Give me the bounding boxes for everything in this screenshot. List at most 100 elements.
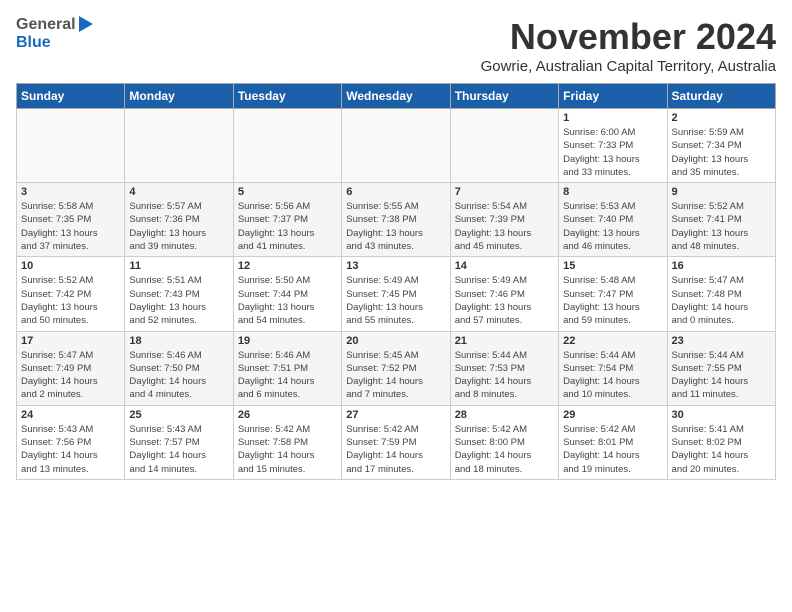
day-info: Sunrise: 5:47 AM Sunset: 7:49 PM Dayligh… (21, 349, 120, 402)
calendar-cell: 4 Sunrise: 5:57 AM Sunset: 7:36 PM Daylig… (125, 183, 233, 257)
calendar-week-2: 3Sunrise: 5:58 AM Sunset: 7:35 PM Daylig… (17, 183, 776, 257)
day-info: Sunrise: 5:42 AM Sunset: 7:59 PM Dayligh… (346, 423, 445, 476)
day-number: 2 (672, 112, 771, 124)
day-number: 28 (455, 409, 554, 421)
day-info: Sunrise: 5:45 AM Sunset: 7:52 PM Dayligh… (346, 349, 445, 402)
page-header: General Blue November 2024 Gowrie, Austr… (16, 16, 776, 75)
day-number: 11 (129, 260, 228, 272)
day-number: 27 (346, 409, 445, 421)
day-info: Sunrise: 5:57 AM Sunset: 7:36 PM Dayligh… (129, 200, 228, 253)
day-info: Sunrise: 5:44 AM Sunset: 7:53 PM Dayligh… (455, 349, 554, 402)
weekday-header-monday: Monday (125, 84, 233, 109)
weekday-header-saturday: Saturday (667, 84, 775, 109)
calendar-cell: 25 Sunrise: 5:43 AM Sunset: 7:57 PM Dayli… (125, 405, 233, 479)
day-number: 26 (238, 409, 337, 421)
calendar-cell: 15Sunrise: 5:48 AM Sunset: 7:47 PM Dayli… (559, 257, 667, 331)
day-info: Sunrise: 5:47 AM Sunset: 7:48 PM Dayligh… (672, 274, 771, 327)
calendar-cell: 16 Sunrise: 5:47 AM Sunset: 7:48 PM Dayli… (667, 257, 775, 331)
day-number: 6 (346, 186, 445, 198)
day-info: Sunrise: 5:46 AM Sunset: 7:51 PM Dayligh… (238, 349, 337, 402)
calendar-cell: 22 Sunrise: 5:44 AM Sunset: 7:54 PM Dayli… (559, 331, 667, 405)
calendar-cell: 13 Sunrise: 5:49 AM Sunset: 7:45 PM Dayli… (342, 257, 450, 331)
calendar-cell: 28Sunrise: 5:42 AM Sunset: 8:00 PM Dayli… (450, 405, 558, 479)
calendar-cell: 3Sunrise: 5:58 AM Sunset: 7:35 PM Daylig… (17, 183, 125, 257)
weekday-header-wednesday: Wednesday (342, 84, 450, 109)
day-info: Sunrise: 5:49 AM Sunset: 7:46 PM Dayligh… (455, 274, 554, 327)
calendar-cell: 6Sunrise: 5:55 AM Sunset: 7:38 PM Daylig… (342, 183, 450, 257)
day-number: 14 (455, 260, 554, 272)
day-number: 25 (129, 409, 228, 421)
calendar-header-row: SundayMondayTuesdayWednesdayThursdayFrid… (17, 84, 776, 109)
title-block: November 2024 Gowrie, Australian Capital… (481, 16, 776, 75)
logo-arrow-icon (79, 16, 93, 32)
day-number: 20 (346, 335, 445, 347)
day-number: 23 (672, 335, 771, 347)
calendar-cell: 21 Sunrise: 5:44 AM Sunset: 7:53 PM Dayli… (450, 331, 558, 405)
day-number: 10 (21, 260, 120, 272)
calendar-cell: 29 Sunrise: 5:42 AM Sunset: 8:01 PM Dayli… (559, 405, 667, 479)
calendar-cell: 1 Sunrise: 6:00 AM Sunset: 7:33 PM Daylig… (559, 109, 667, 183)
calendar-week-4: 17 Sunrise: 5:47 AM Sunset: 7:49 PM Dayli… (17, 331, 776, 405)
day-number: 17 (21, 335, 120, 347)
day-info: Sunrise: 5:48 AM Sunset: 7:47 PM Dayligh… (563, 274, 662, 327)
day-number: 18 (129, 335, 228, 347)
calendar-cell (342, 109, 450, 183)
day-info: Sunrise: 5:53 AM Sunset: 7:40 PM Dayligh… (563, 200, 662, 253)
weekday-header-thursday: Thursday (450, 84, 558, 109)
calendar-cell: 2 Sunrise: 5:59 AM Sunset: 7:34 PM Daylig… (667, 109, 775, 183)
day-info: Sunrise: 5:50 AM Sunset: 7:44 PM Dayligh… (238, 274, 337, 327)
logo-general: General (16, 16, 76, 34)
day-info: Sunrise: 5:44 AM Sunset: 7:54 PM Dayligh… (563, 349, 662, 402)
calendar-cell: 11 Sunrise: 5:51 AM Sunset: 7:43 PM Dayli… (125, 257, 233, 331)
logo: General Blue (16, 16, 93, 52)
calendar-week-1: 1 Sunrise: 6:00 AM Sunset: 7:33 PM Daylig… (17, 109, 776, 183)
day-number: 4 (129, 186, 228, 198)
calendar-week-3: 10 Sunrise: 5:52 AM Sunset: 7:42 PM Dayli… (17, 257, 776, 331)
day-info: Sunrise: 5:52 AM Sunset: 7:42 PM Dayligh… (21, 274, 120, 327)
calendar-cell: 7Sunrise: 5:54 AM Sunset: 7:39 PM Daylig… (450, 183, 558, 257)
day-number: 8 (563, 186, 662, 198)
day-number: 9 (672, 186, 771, 198)
day-number: 12 (238, 260, 337, 272)
day-info: Sunrise: 5:49 AM Sunset: 7:45 PM Dayligh… (346, 274, 445, 327)
day-number: 13 (346, 260, 445, 272)
calendar-cell: 20 Sunrise: 5:45 AM Sunset: 7:52 PM Dayli… (342, 331, 450, 405)
day-info: Sunrise: 5:51 AM Sunset: 7:43 PM Dayligh… (129, 274, 228, 327)
day-info: Sunrise: 5:42 AM Sunset: 8:01 PM Dayligh… (563, 423, 662, 476)
calendar-cell: 23Sunrise: 5:44 AM Sunset: 7:55 PM Dayli… (667, 331, 775, 405)
day-number: 22 (563, 335, 662, 347)
day-info: Sunrise: 5:46 AM Sunset: 7:50 PM Dayligh… (129, 349, 228, 402)
calendar-cell: 14 Sunrise: 5:49 AM Sunset: 7:46 PM Dayli… (450, 257, 558, 331)
calendar-week-5: 24 Sunrise: 5:43 AM Sunset: 7:56 PM Dayli… (17, 405, 776, 479)
day-number: 21 (455, 335, 554, 347)
day-info: Sunrise: 5:43 AM Sunset: 7:56 PM Dayligh… (21, 423, 120, 476)
weekday-header-tuesday: Tuesday (233, 84, 341, 109)
day-number: 16 (672, 260, 771, 272)
day-number: 30 (672, 409, 771, 421)
day-number: 7 (455, 186, 554, 198)
calendar-cell: 8 Sunrise: 5:53 AM Sunset: 7:40 PM Daylig… (559, 183, 667, 257)
calendar-cell (450, 109, 558, 183)
calendar-cell: 24 Sunrise: 5:43 AM Sunset: 7:56 PM Dayli… (17, 405, 125, 479)
calendar-cell (233, 109, 341, 183)
day-info: Sunrise: 5:58 AM Sunset: 7:35 PM Dayligh… (21, 200, 120, 253)
calendar-cell: 27 Sunrise: 5:42 AM Sunset: 7:59 PM Dayli… (342, 405, 450, 479)
day-info: Sunrise: 5:41 AM Sunset: 8:02 PM Dayligh… (672, 423, 771, 476)
weekday-header-sunday: Sunday (17, 84, 125, 109)
weekday-header-friday: Friday (559, 84, 667, 109)
day-number: 29 (563, 409, 662, 421)
day-number: 1 (563, 112, 662, 124)
location-title: Gowrie, Australian Capital Territory, Au… (481, 58, 776, 75)
day-number: 19 (238, 335, 337, 347)
calendar-table: SundayMondayTuesdayWednesdayThursdayFrid… (16, 83, 776, 480)
day-info: Sunrise: 5:56 AM Sunset: 7:37 PM Dayligh… (238, 200, 337, 253)
calendar-cell (17, 109, 125, 183)
day-info: Sunrise: 5:59 AM Sunset: 7:34 PM Dayligh… (672, 126, 771, 179)
day-info: Sunrise: 5:52 AM Sunset: 7:41 PM Dayligh… (672, 200, 771, 253)
day-number: 24 (21, 409, 120, 421)
day-info: Sunrise: 5:43 AM Sunset: 7:57 PM Dayligh… (129, 423, 228, 476)
calendar-cell: 12 Sunrise: 5:50 AM Sunset: 7:44 PM Dayli… (233, 257, 341, 331)
day-info: Sunrise: 6:00 AM Sunset: 7:33 PM Dayligh… (563, 126, 662, 179)
calendar-cell: 19 Sunrise: 5:46 AM Sunset: 7:51 PM Dayli… (233, 331, 341, 405)
day-number: 5 (238, 186, 337, 198)
